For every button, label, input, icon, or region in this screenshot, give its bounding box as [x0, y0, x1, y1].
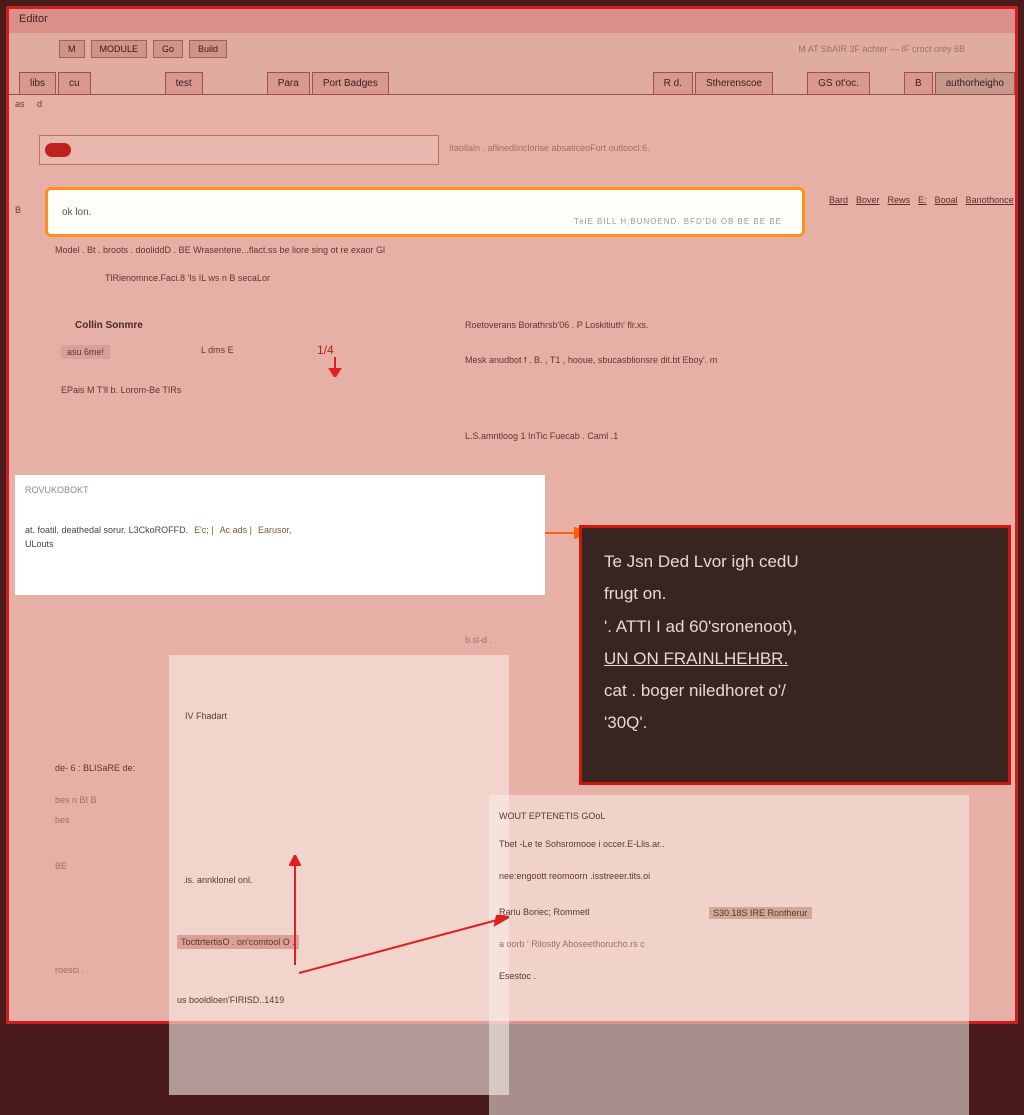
code-line-4: EPais M T'll b. Lorom-Be TIRs [61, 385, 181, 395]
subnav-5[interactable]: Booal [935, 195, 958, 205]
detail-panel-header: ROVUKOBOKT [25, 485, 535, 495]
rdoc-l1: WOUT EPTENETIS GOoL [499, 811, 605, 821]
doc-l5: BE [55, 861, 67, 871]
doc-l1: IV Fhadart [185, 711, 227, 721]
subnav-6[interactable]: Banothonce [966, 195, 1014, 205]
callout-l1: Te Jsn Ded Lvor igh cedU [604, 546, 986, 578]
tabstrip: libs cu test Para Port Badges R d. Sther… [9, 65, 1015, 95]
toolbar-status: M AT SbAIR 3F achter — IF croct orey 6B [798, 44, 965, 54]
doc-l2: de- 6 : BLISaRE de: [55, 763, 135, 773]
detail-row-1d: Earusor, [258, 525, 292, 535]
right-line-2: Mesk anudbot f . B. , T1 , hooue, sbucas… [465, 355, 717, 365]
toolbar: M MODULE Go Build M AT SbAIR 3F achter —… [9, 33, 1015, 65]
rdoc-l4: Rariu Boriec; Rommetl [499, 907, 590, 917]
subnav-2[interactable]: Bover [856, 195, 880, 205]
code-line-3b: L dms E [201, 345, 234, 355]
code-line-3c: 1/4 [317, 343, 334, 357]
panel-header [39, 135, 439, 165]
subnav-1[interactable]: Bard [829, 195, 848, 205]
tab-gs[interactable]: GS ot'oc. [807, 72, 870, 94]
callout-l2: frugt on. [604, 578, 986, 610]
toolbar-btn-go[interactable]: Go [153, 40, 183, 58]
doc-l6: .is. annklonel onl. [183, 875, 253, 885]
right-line-1: Roetoverans Borathrsb'06 . P Loskitiuth'… [465, 320, 648, 330]
highlight-meta: TelE BILL H;BUNOEND. BFD'D6 OB BE BE BE [574, 217, 782, 226]
rdoc-l5: a oorb ' Rilostly Aboseethorucho.rs c [499, 939, 645, 949]
code-line-2: TlRienomnce.Faci.8 'Is IL ws n B secaLor [105, 273, 270, 283]
subnav-4[interactable]: E: [918, 195, 927, 205]
doc-l7: TocttrtertisO . on'comtool O . [177, 935, 299, 949]
callout-l3: '. ATTI I ad 60'sronenoot), [604, 611, 986, 643]
arrow-down-icon [327, 357, 343, 377]
arrow-diag-icon [299, 915, 509, 975]
mid-line: b.sl-d . [465, 635, 492, 645]
highlight-text: ok lon. [62, 207, 91, 218]
callout-l6: '30Q'. [604, 707, 986, 739]
tab-port-badges[interactable]: Port Badges [312, 72, 389, 94]
subnav: Bard Bover Rews E: Booal Banothonce [829, 195, 1014, 205]
doc-l9: us booldloen'FIRISD..1419 [177, 995, 284, 1005]
rdoc-l2: Tbet -Le te Sohsromooe i occer.E-Llis.ar… [499, 839, 665, 849]
subnav-3[interactable]: Rews [888, 195, 911, 205]
app-window: Editor M MODULE Go Build M AT SbAIR 3F a… [6, 6, 1018, 1024]
tab-cu[interactable]: cu [58, 72, 91, 94]
detail-row-1-text: at. foatil, deathedal sorur. L3CkoROFFD. [25, 525, 188, 535]
detail-row-2: ULouts [25, 539, 535, 549]
tab-libs[interactable]: libs [19, 72, 56, 94]
detail-row-1b: E'c; | [194, 525, 214, 535]
tab-para[interactable]: Para [267, 72, 310, 94]
detail-panel: ROVUKOBOKT at. foatil, deathedal sorur. … [15, 475, 545, 595]
tab-ster[interactable]: Stherenscoe [695, 72, 773, 94]
toolbar-btn-module[interactable]: MODULE [91, 40, 148, 58]
status-text-right: Itaollain . aflinedlinclorise absaticeoF… [449, 143, 650, 153]
title-text: Editor [19, 13, 48, 25]
gutter-1: as [15, 99, 25, 109]
gutter-2: d [37, 99, 42, 109]
content-area: as d B Itaollain . aflinedlinclorise abs… [9, 95, 1015, 1021]
detail-row-1c: Ac ads | [220, 525, 252, 535]
tab-test[interactable]: test [165, 72, 203, 94]
code-line-3a: asu 6me! [61, 345, 110, 359]
doc-l3: bes n BI B [55, 795, 97, 805]
toolbar-btn-m[interactable]: M [59, 40, 85, 58]
doc-l8: roesci . [55, 965, 84, 975]
section-header: Collin Sonmre [75, 320, 143, 331]
callout-l4: UN ON FRAINLHEHBR. [604, 643, 986, 675]
rdoc-l4b: S30.18S IRE Rontherur [709, 907, 812, 919]
code-line-1: Model . Bt . broots . dooliddD . BE Wras… [55, 245, 385, 255]
status-badge-icon [45, 143, 71, 157]
rdoc-l3: nee:engoott reomoorn .isstreeer.tits.oi [499, 871, 650, 881]
detail-row-2-text: ULouts [25, 539, 54, 549]
tab-author[interactable]: authorheigho [935, 72, 1015, 94]
tab-b[interactable]: B [904, 72, 933, 94]
search-highlight-box[interactable]: ok lon. TelE BILL H;BUNOEND. BFD'D6 OB B… [45, 187, 805, 237]
tab-rd[interactable]: R d. [653, 72, 693, 94]
detail-row-1: at. foatil, deathedal sorur. L3CkoROFFD.… [25, 525, 535, 535]
right-line-3: L.S.amntloog 1 InTic Fuecab . Caml .1 [465, 431, 618, 441]
gutter-3: B [15, 205, 21, 215]
callout-l5: cat . boger niledhoret o'/ [604, 675, 986, 707]
callout-box: Te Jsn Ded Lvor igh cedU frugt on. '. AT… [579, 525, 1011, 785]
doc-l4: bes [55, 815, 70, 825]
titlebar: Editor [9, 9, 1015, 33]
toolbar-btn-build[interactable]: Build [189, 40, 227, 58]
